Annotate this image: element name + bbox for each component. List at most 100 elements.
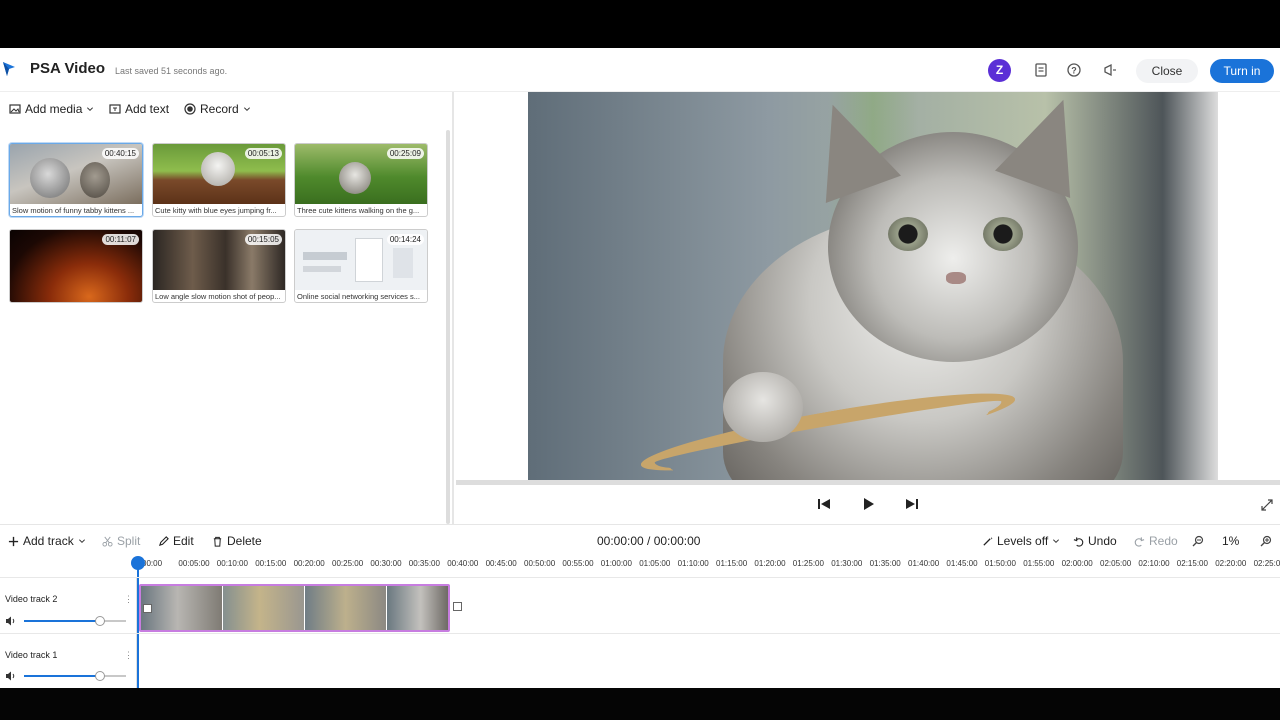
ruler-tick-label: 00:35:00 — [408, 559, 440, 568]
ruler-tick-label: 00:25:00 — [332, 559, 364, 568]
delete-button[interactable]: Delete — [212, 534, 262, 548]
clip-frame — [141, 586, 223, 630]
chevron-down-icon — [87, 107, 94, 112]
clip-frame — [387, 586, 448, 630]
chevron-down-icon — [243, 107, 250, 112]
last-saved-status: Last saved 51 seconds ago. — [115, 66, 228, 76]
pencil-icon — [158, 535, 169, 546]
ruler-tick-label: 01:40:00 — [908, 559, 940, 568]
screen-top-border — [0, 0, 1280, 48]
media-item[interactable]: 00:25:09 Three cute kittens walking on t… — [294, 143, 428, 217]
split-button[interactable]: Split — [102, 534, 140, 548]
turn-in-button[interactable]: Turn in — [1210, 59, 1274, 83]
ruler-tick-label: 00:45:00 — [485, 559, 517, 568]
media-caption: Slow motion of funny tabby kittens ... — [12, 206, 142, 215]
zoom-in-icon[interactable] — [1260, 535, 1272, 547]
volume-slider-fill — [24, 675, 100, 677]
edit-button[interactable]: Edit — [158, 534, 194, 548]
ruler-tick-label: 00:50:00 — [524, 559, 556, 568]
media-toolbar: Add media Add text Record — [0, 96, 452, 126]
media-caption: Low angle slow motion shot of peop... — [155, 292, 285, 301]
ruler-tick-label: 01:30:00 — [831, 559, 863, 568]
image-icon — [9, 104, 21, 114]
plus-icon — [8, 536, 19, 546]
zoom-out-icon[interactable] — [1192, 535, 1204, 547]
fullscreen-icon[interactable] — [1260, 498, 1274, 512]
track-separator — [136, 578, 137, 633]
ruler-tick-label: 01:00:00 — [600, 559, 632, 568]
media-item[interactable]: 00:05:13 Cute kitty with blue eyes jumpi… — [152, 143, 286, 217]
timeline-toolbar: Add track Split Edit Delete 00:00:00 / 0… — [0, 524, 1280, 554]
text-box-icon — [109, 104, 121, 114]
undo-button[interactable]: Undo — [1073, 534, 1117, 548]
media-caption: Cute kitty with blue eyes jumping fr... — [155, 206, 285, 215]
record-button[interactable]: Record — [184, 102, 251, 116]
track-separator — [136, 634, 137, 689]
scissors-icon — [102, 536, 113, 547]
ruler-tick-label: 00:00 — [142, 559, 163, 568]
clip-trim-handle-left[interactable] — [143, 604, 152, 613]
announcement-icon[interactable] — [1102, 62, 1118, 78]
help-icon[interactable]: ? — [1066, 62, 1082, 78]
ruler-tick-label: 00:30:00 — [370, 559, 402, 568]
skip-forward-icon[interactable] — [904, 496, 920, 512]
media-scrollbar[interactable] — [446, 130, 450, 524]
media-duration: 00:05:13 — [244, 148, 282, 159]
volume-slider-knob[interactable] — [95, 616, 105, 626]
timeline-ruler[interactable]: 00:00 00:05:00 00:10:00 00:15:00 00:20:00 00:… — [138, 554, 1280, 576]
levels-button[interactable]: Levels off — [982, 534, 1060, 548]
split-label: Split — [117, 534, 141, 548]
screen-bottom-border — [0, 688, 1280, 720]
avatar[interactable]: Z — [988, 59, 1011, 82]
track-label: Video track 2 — [5, 594, 58, 604]
delete-label: Delete — [227, 534, 262, 548]
ruler-tick-label: 00:40:00 — [447, 559, 479, 568]
media-item[interactable]: 00:40:15 Slow motion of funny tabby kitt… — [9, 143, 143, 217]
redo-button[interactable]: Redo — [1134, 534, 1178, 548]
add-track-label: Add track — [23, 534, 74, 548]
preview-progress-bar[interactable] — [456, 480, 1280, 485]
track-menu-icon[interactable]: ⋮ — [124, 594, 133, 605]
media-item[interactable]: 00:11:07 — [9, 229, 143, 303]
video-preview[interactable] — [528, 92, 1218, 480]
media-duration: 00:25:09 — [386, 148, 424, 159]
app-logo-icon — [3, 62, 15, 76]
ruler-tick-label: 01:50:00 — [984, 559, 1016, 568]
ruler-tick-label: 02:05:00 — [1100, 559, 1132, 568]
undo-icon — [1073, 536, 1084, 547]
ruler-tick-label: 01:55:00 — [1023, 559, 1055, 568]
volume-icon[interactable] — [5, 671, 16, 681]
levels-label: Levels off — [997, 534, 1049, 548]
close-button[interactable]: Close — [1136, 59, 1198, 83]
panel-divider[interactable] — [452, 92, 454, 524]
ruler-tick-label: 01:35:00 — [869, 559, 901, 568]
ruler-tick-label: 00:10:00 — [216, 559, 248, 568]
volume-slider-fill — [24, 620, 100, 622]
skip-back-icon[interactable] — [816, 496, 832, 512]
add-text-button[interactable]: Add text — [109, 102, 169, 116]
media-item[interactable]: 00:15:05 Low angle slow motion shot of p… — [152, 229, 286, 303]
video-clip[interactable] — [139, 584, 450, 632]
trash-icon — [213, 536, 222, 547]
play-icon[interactable] — [860, 496, 876, 512]
media-duration: 00:14:24 — [386, 234, 424, 245]
ruler-tick-label: 01:15:00 — [716, 559, 748, 568]
media-duration: 00:40:15 — [101, 148, 139, 159]
track-label: Video track 1 — [5, 650, 58, 660]
redo-icon — [1134, 536, 1145, 547]
clip-frame — [223, 586, 305, 630]
ruler-tick-label: 02:15:00 — [1176, 559, 1208, 568]
track-menu-icon[interactable]: ⋮ — [124, 650, 133, 661]
add-media-button[interactable]: Add media — [9, 102, 94, 116]
record-icon — [184, 103, 196, 115]
media-item[interactable]: 00:14:24 Online social networking servic… — [294, 229, 428, 303]
clip-trim-handle-right[interactable] — [453, 602, 462, 611]
ruler-tick-label: 01:10:00 — [677, 559, 709, 568]
add-track-button[interactable]: Add track — [8, 534, 86, 548]
volume-slider-knob[interactable] — [95, 671, 105, 681]
chevron-down-icon — [78, 539, 85, 544]
ruler-tick-label: 02:25:00 — [1253, 559, 1280, 568]
media-duration: 00:11:07 — [102, 234, 139, 245]
notes-icon[interactable] — [1033, 62, 1049, 78]
volume-icon[interactable] — [5, 616, 16, 626]
